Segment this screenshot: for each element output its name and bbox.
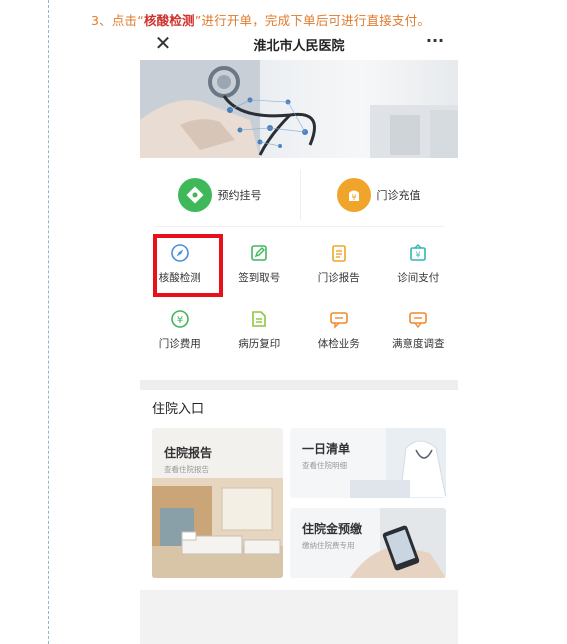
card-subtitle: 查看住院报告 bbox=[164, 465, 209, 474]
close-icon[interactable]: ✕ bbox=[152, 32, 174, 54]
left-dashed-rule bbox=[48, 0, 49, 644]
document-icon bbox=[248, 308, 270, 330]
service-physical-exam[interactable]: 体检业务 bbox=[299, 300, 379, 366]
quick-action-appointment[interactable]: 预约挂号 bbox=[140, 168, 299, 222]
top-bar: ✕ 淮北市人民医院 ··· bbox=[140, 28, 458, 60]
service-outpatient-report[interactable]: 门诊报告 bbox=[299, 234, 379, 300]
divider bbox=[154, 226, 444, 227]
quick-action-label: 预约挂号 bbox=[217, 189, 262, 202]
hero-banner bbox=[140, 60, 458, 158]
bottom-area bbox=[140, 590, 458, 644]
service-label: 门诊费用 bbox=[158, 338, 201, 350]
service-label: 满意度调查 bbox=[392, 338, 445, 350]
card-subtitle: 缴纳住院费专用 bbox=[302, 541, 355, 550]
service-record-copy[interactable]: 病历复印 bbox=[220, 300, 300, 366]
service-label: 诊间支付 bbox=[397, 272, 440, 284]
svg-text:¥: ¥ bbox=[416, 251, 421, 260]
service-clinic-payment[interactable]: ¥ 诊间支付 bbox=[379, 234, 459, 300]
banner-illustration bbox=[140, 60, 458, 158]
card-daily-list[interactable]: 一日清单 查看住院明细 bbox=[290, 428, 446, 498]
card-subtitle: 查看住院明细 bbox=[302, 461, 347, 470]
pay-icon: ¥ bbox=[407, 242, 429, 264]
chat-icon bbox=[328, 308, 350, 330]
section-title: 住院入口 bbox=[152, 402, 205, 417]
card-prepayment[interactable]: 住院金预缴 缴纳住院费专用 bbox=[290, 508, 446, 578]
card-title: 一日清单 bbox=[302, 442, 351, 456]
quick-action-recharge[interactable]: ¥ 门诊充值 bbox=[299, 168, 458, 222]
svg-text:¥: ¥ bbox=[351, 193, 356, 202]
service-label: 体检业务 bbox=[317, 338, 360, 350]
card-inpatient-report[interactable]: 住院报告 查看住院报告 bbox=[152, 428, 283, 578]
quick-divider bbox=[300, 170, 301, 220]
quick-actions: 预约挂号 ¥ 门诊充值 bbox=[140, 168, 458, 222]
yen-bag-icon: ¥ bbox=[336, 178, 371, 212]
quick-action-label: 门诊充值 bbox=[376, 189, 421, 202]
section-gap bbox=[140, 380, 458, 390]
more-icon[interactable]: ··· bbox=[424, 32, 446, 54]
service-satisfaction-survey[interactable]: 满意度调查 bbox=[379, 300, 459, 366]
card-title: 住院报告 bbox=[164, 446, 213, 460]
service-label: 门诊报告 bbox=[317, 272, 360, 284]
diamond-icon bbox=[177, 178, 212, 212]
service-label: 病历复印 bbox=[238, 338, 281, 350]
service-label: 签到取号 bbox=[238, 272, 281, 284]
instruction-highlight: 核酸检测 bbox=[143, 13, 195, 28]
instruction-prefix: 3、点击“ bbox=[91, 13, 144, 28]
survey-icon bbox=[407, 308, 429, 330]
page-title: 淮北市人民医院 bbox=[253, 38, 345, 54]
svg-text:¥: ¥ bbox=[177, 315, 183, 326]
phone-screen: ✕ 淮北市人民医院 ··· 预约挂号 ¥ 门诊充值 核酸检测 签到取号 门诊报告… bbox=[140, 28, 458, 644]
yen-icon: ¥ bbox=[169, 308, 191, 330]
edit-icon bbox=[248, 242, 270, 264]
instruction-text: 3、点击“核酸检测”进行开单，完成下单后可进行直接支付。 bbox=[91, 10, 561, 29]
instruction-suffix: ”进行开单，完成下单后可进行直接支付。 bbox=[194, 13, 431, 28]
service-check-in[interactable]: 签到取号 bbox=[220, 234, 300, 300]
card-title: 住院金预缴 bbox=[302, 522, 363, 536]
report-icon bbox=[328, 242, 350, 264]
service-outpatient-fees[interactable]: ¥ 门诊费用 bbox=[140, 300, 220, 366]
highlight-box bbox=[153, 234, 223, 297]
